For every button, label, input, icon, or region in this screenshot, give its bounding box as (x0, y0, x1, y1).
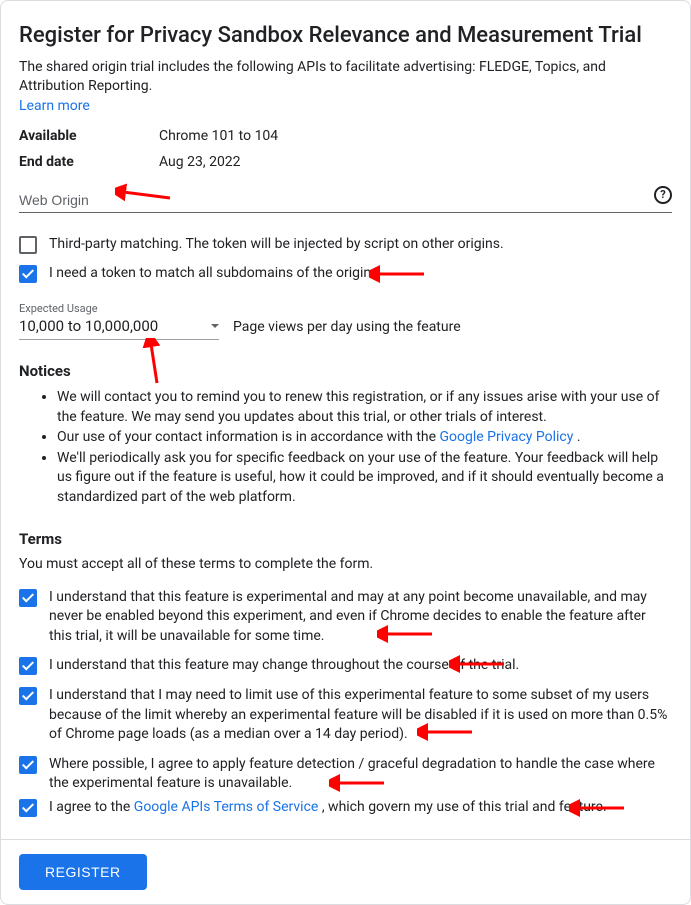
expected-usage-value: 10,000 to 10,000,000 (19, 317, 158, 335)
subdomain-row: I need a token to match all subdomains o… (19, 264, 672, 284)
term-label-1: I understand that this feature may chang… (49, 656, 672, 676)
subdomain-checkbox[interactable] (19, 265, 37, 283)
expected-usage-group: Expected Usage 10,000 to 10,000,000 Page… (19, 302, 672, 340)
term-row-4: I agree to the Google APIs Terms of Serv… (19, 798, 672, 818)
term-label-2: I understand that I may need to limit us… (49, 686, 672, 745)
terms-heading: Terms (19, 530, 672, 548)
expected-usage-suffix: Page views per day using the feature (233, 319, 461, 335)
subdomain-label: I need a token to match all subdomains o… (49, 264, 672, 284)
description: The shared origin trial includes the fol… (19, 58, 672, 96)
apis-tos-link[interactable]: Google APIs Terms of Service (134, 799, 319, 815)
enddate-value: Aug 23, 2022 (159, 154, 241, 170)
registration-card: Register for Privacy Sandbox Relevance a… (0, 0, 691, 905)
term-checkbox-1[interactable] (19, 657, 37, 675)
chevron-down-icon (211, 324, 219, 328)
term-checkbox-4[interactable] (19, 799, 37, 817)
privacy-policy-link[interactable]: Google Privacy Policy (440, 429, 574, 445)
notices-list: We will contact you to remind you to ren… (19, 388, 672, 508)
thirdparty-label: Third-party matching. The token will be … (49, 235, 672, 255)
web-origin-field-wrap: ? (19, 188, 672, 213)
term-row-0: I understand that this feature is experi… (19, 588, 672, 647)
notice-item: We will contact you to remind you to ren… (57, 388, 672, 427)
term-checkbox-3[interactable] (19, 756, 37, 774)
notice-item: Our use of your contact information is i… (57, 428, 672, 448)
notices-heading: Notices (19, 362, 672, 380)
footer: Register (1, 839, 690, 904)
register-button[interactable]: Register (19, 854, 147, 890)
term-row-3: Where possible, I agree to apply feature… (19, 755, 672, 794)
available-value: Chrome 101 to 104 (159, 128, 278, 144)
expected-usage-select[interactable]: 10,000 to 10,000,000 (19, 317, 219, 340)
available-label: Available (19, 128, 159, 144)
meta-table: Available Chrome 101 to 104 End date Aug… (19, 128, 672, 170)
term-label-4: I agree to the Google APIs Terms of Serv… (49, 798, 672, 818)
web-origin-input[interactable] (19, 188, 672, 213)
page-title: Register for Privacy Sandbox Relevance a… (19, 23, 672, 48)
notice-item: We'll periodically ask you for specific … (57, 449, 672, 508)
enddate-label: End date (19, 154, 159, 170)
term-checkbox-2[interactable] (19, 687, 37, 705)
learn-more-link[interactable]: Learn more (19, 98, 90, 114)
thirdparty-checkbox[interactable] (19, 236, 37, 254)
term-row-1: I understand that this feature may chang… (19, 656, 672, 676)
term-checkbox-0[interactable] (19, 589, 37, 607)
help-icon[interactable]: ? (654, 186, 672, 204)
expected-usage-label: Expected Usage (19, 302, 672, 315)
term-row-2: I understand that I may need to limit us… (19, 686, 672, 745)
terms-intro: You must accept all of these terms to co… (19, 556, 672, 572)
term-label-3: Where possible, I agree to apply feature… (49, 755, 672, 794)
term-label-0: I understand that this feature is experi… (49, 588, 672, 647)
thirdparty-row: Third-party matching. The token will be … (19, 235, 672, 255)
